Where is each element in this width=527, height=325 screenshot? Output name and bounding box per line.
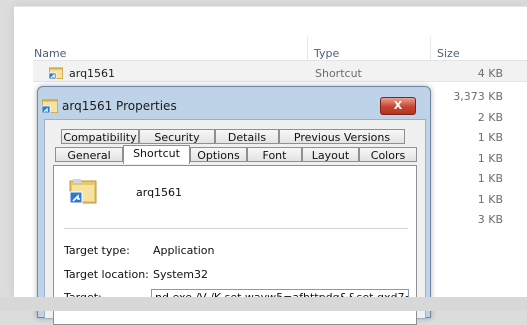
divider — [64, 228, 408, 229]
file-size: 1 KB — [477, 152, 503, 165]
column-header-size[interactable]: Size — [437, 47, 460, 60]
target-type-value: Application — [153, 244, 215, 257]
file-size: 1 KB — [477, 193, 503, 206]
target-type-label: Target type: — [64, 244, 130, 257]
shortcut-file-icon — [49, 67, 63, 79]
tab-font[interactable]: Font — [247, 147, 302, 162]
file-size: 1 KB — [477, 131, 503, 144]
tab-general[interactable]: General — [55, 147, 123, 162]
dialog-client-area: Compatibility Security Details Previous … — [44, 119, 426, 325]
file-size: 2 KB — [477, 111, 503, 124]
target-location-label: Target location: — [64, 268, 149, 281]
tab-shortcut[interactable]: Shortcut — [123, 145, 190, 164]
tab-security[interactable]: Security — [139, 129, 215, 144]
tab-options[interactable]: Options — [190, 147, 247, 162]
target-location-value: System32 — [153, 268, 209, 281]
file-size: 4 KB — [477, 67, 503, 80]
tab-colors[interactable]: Colors — [359, 147, 417, 162]
column-header-type[interactable]: Type — [314, 47, 339, 60]
page-bottom-band — [0, 297, 527, 311]
shortcut-large-icon — [69, 179, 97, 204]
file-name[interactable]: arq1561 — [69, 67, 115, 80]
file-size: 3 KB — [477, 213, 503, 226]
column-header-name[interactable]: Name — [34, 47, 66, 60]
tab-previous-versions[interactable]: Previous Versions — [279, 129, 405, 144]
dialog-title: arq1561 Properties — [62, 99, 177, 113]
shortcut-file-icon — [42, 99, 58, 113]
file-size: 1 KB — [477, 172, 503, 185]
close-button[interactable]: X — [380, 97, 416, 115]
tab-compatibility[interactable]: Compatibility — [61, 129, 139, 144]
properties-dialog: arq1561 Properties X Compatibility Secur… — [37, 86, 431, 325]
tab-layout[interactable]: Layout — [302, 147, 359, 162]
tab-details[interactable]: Details — [215, 129, 279, 144]
file-size: 3,373 KB — [453, 90, 503, 103]
file-type: Shortcut — [315, 67, 362, 80]
shortcut-name: arq1561 — [136, 186, 183, 199]
